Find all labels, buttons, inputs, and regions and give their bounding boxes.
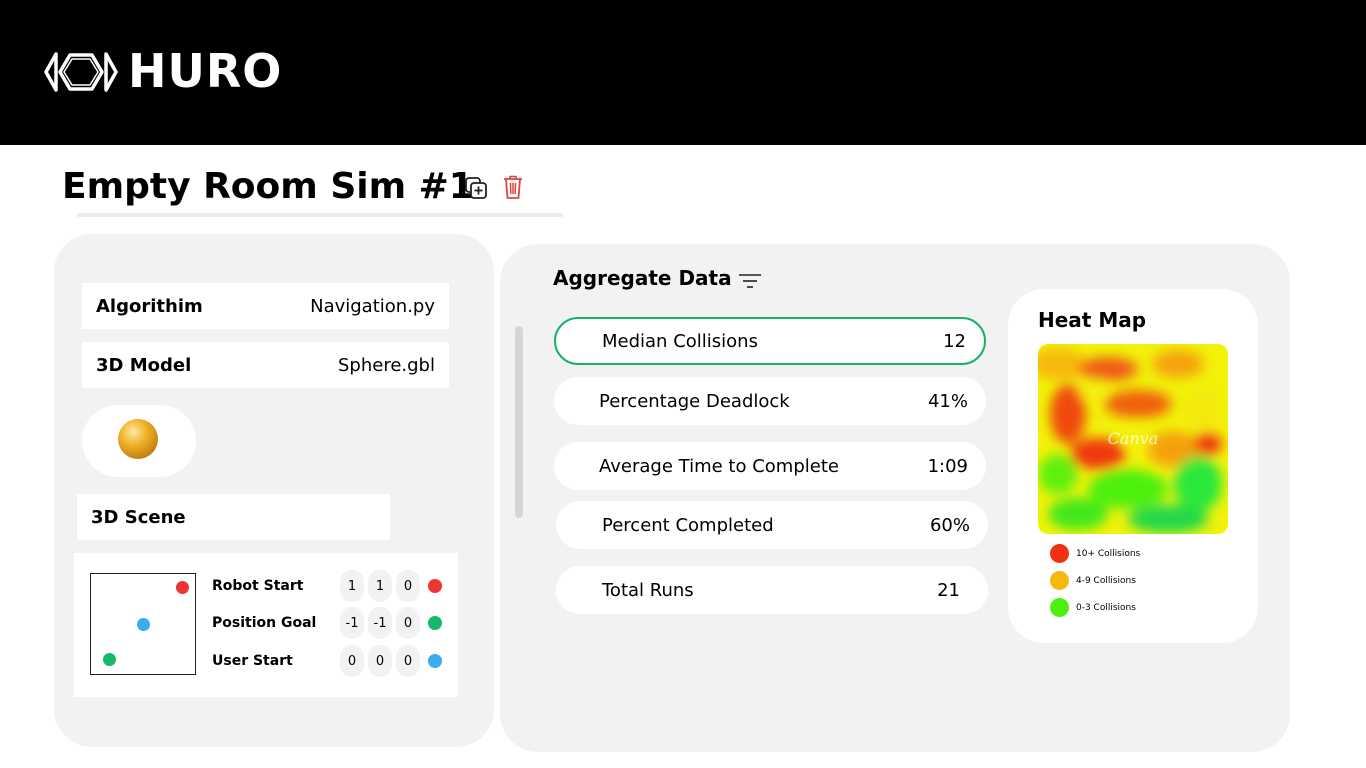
duplicate-button[interactable] xyxy=(463,175,489,201)
heatmap-watermark: Canva xyxy=(1108,429,1159,448)
page-title: Empty Room Sim #1 xyxy=(62,166,474,207)
legend-item: 10+ Collisions xyxy=(1050,544,1140,563)
trash-icon xyxy=(504,175,522,199)
robot-start-marker xyxy=(176,581,189,594)
title-underline xyxy=(77,213,563,217)
robot-start-color-dot xyxy=(428,579,442,593)
user-start-color-dot xyxy=(428,654,442,668)
coord-row-label: User Start xyxy=(212,653,293,669)
metric-row[interactable]: Average Time to Complete 1:09 xyxy=(554,442,986,490)
metric-label: Median Collisions xyxy=(602,330,758,352)
metric-value: 60% xyxy=(929,514,970,536)
heatmap-legend: 10+ Collisions 4-9 Collisions 0-3 Collis… xyxy=(1050,544,1140,617)
model-label: 3D Model xyxy=(96,354,192,376)
metric-value: 41% xyxy=(927,390,968,412)
duplicate-icon xyxy=(465,177,487,199)
huro-logo-icon xyxy=(44,52,118,92)
legend-item: 0-3 Collisions xyxy=(1050,598,1140,617)
algorithm-value: Navigation.py xyxy=(310,295,435,317)
coord-z[interactable]: 0 xyxy=(396,607,420,639)
legend-item: 4-9 Collisions xyxy=(1050,571,1140,590)
scene-label: 3D Scene xyxy=(91,506,186,528)
legend-label: 0-3 Collisions xyxy=(1076,602,1136,613)
position-goal-color-dot xyxy=(428,616,442,630)
filter-icon[interactable] xyxy=(737,271,763,291)
metric-label: Average Time to Complete xyxy=(599,455,839,477)
heatmap-title: Heat Map xyxy=(1038,308,1147,332)
algorithm-row[interactable]: Algorithim Navigation.py xyxy=(82,283,449,329)
metric-row[interactable]: Median Collisions 12 xyxy=(554,317,986,365)
legend-label: 4-9 Collisions xyxy=(1076,575,1136,586)
algorithm-label: Algorithim xyxy=(96,295,203,317)
delete-button[interactable] xyxy=(500,174,526,200)
metric-value: 21 xyxy=(937,579,960,601)
scene-row[interactable]: 3D Scene xyxy=(77,494,390,540)
metric-row[interactable]: Total Runs 21 xyxy=(556,566,988,614)
legend-swatch-high xyxy=(1050,544,1069,563)
coord-x[interactable]: -1 xyxy=(340,607,364,639)
legend-swatch-low xyxy=(1050,598,1069,617)
metric-row[interactable]: Percentage Deadlock 41% xyxy=(554,377,986,425)
heatmap-graphic: Canva xyxy=(1038,344,1228,534)
metric-label: Total Runs xyxy=(602,579,694,601)
position-goal-marker xyxy=(103,653,116,666)
legend-swatch-medium xyxy=(1050,571,1069,590)
coord-y[interactable]: -1 xyxy=(368,607,392,639)
metric-row[interactable]: Percent Completed 60% xyxy=(556,501,988,549)
coord-row-label: Position Goal xyxy=(212,615,317,631)
metric-value: 1:09 xyxy=(927,455,968,477)
legend-label: 10+ Collisions xyxy=(1076,548,1141,559)
model-row[interactable]: 3D Model Sphere.gbl xyxy=(82,342,449,388)
coord-z[interactable]: 0 xyxy=(396,645,420,677)
heatmap-image[interactable]: Canva xyxy=(1038,344,1228,534)
sphere-preview xyxy=(118,419,158,459)
coord-z[interactable]: 0 xyxy=(396,570,420,602)
user-start-row: User Start 0 0 0 xyxy=(212,645,452,677)
coord-y[interactable]: 0 xyxy=(368,645,392,677)
scrollbar[interactable] xyxy=(515,326,523,518)
robot-start-row: Robot Start 1 1 0 xyxy=(212,570,452,602)
user-start-marker xyxy=(137,618,150,631)
metric-value: 12 xyxy=(943,330,966,352)
coord-x[interactable]: 1 xyxy=(340,570,364,602)
aggregate-title: Aggregate Data xyxy=(553,266,732,290)
coordinate-table: Robot Start 1 1 0 Position Goal -1 -1 0 … xyxy=(212,570,452,677)
position-goal-row: Position Goal -1 -1 0 xyxy=(212,607,452,639)
coord-row-label: Robot Start xyxy=(212,578,304,594)
metric-label: Percentage Deadlock xyxy=(599,390,790,412)
metric-label: Percent Completed xyxy=(602,514,774,536)
model-value: Sphere.gbl xyxy=(338,354,435,376)
coord-y[interactable]: 1 xyxy=(368,570,392,602)
brand-name: HURO xyxy=(128,44,283,98)
coord-x[interactable]: 0 xyxy=(340,645,364,677)
scene-minimap xyxy=(90,573,196,675)
